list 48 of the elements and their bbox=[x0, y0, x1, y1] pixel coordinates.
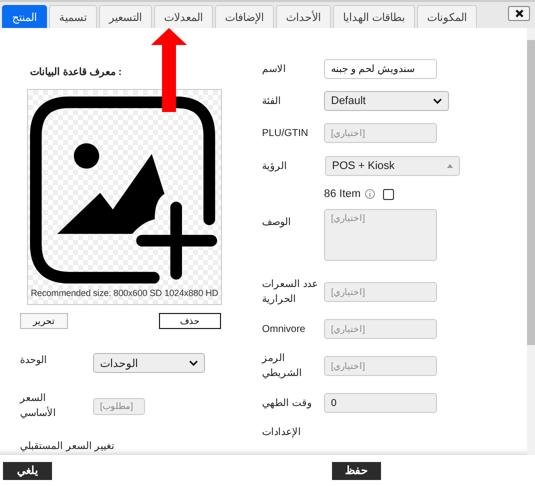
text-area[interactable]: [اختياري] bbox=[324, 209, 437, 261]
input-field[interactable]: [اختياري] bbox=[324, 319, 437, 339]
save-button[interactable]: حفظ bbox=[332, 462, 381, 480]
close-icon bbox=[514, 9, 524, 18]
field-label: عدد السعرات الحرارية bbox=[262, 278, 319, 307]
section-heading: الإعدادات bbox=[262, 426, 301, 440]
input-field[interactable]: [اختياري] bbox=[324, 123, 437, 143]
chevron-down-icon bbox=[189, 360, 198, 366]
info-icon[interactable] bbox=[364, 189, 375, 199]
scrollbar[interactable] bbox=[527, 28, 535, 455]
field-label: السعر الأساسي bbox=[20, 392, 57, 421]
tab[interactable]: الإضافات bbox=[215, 5, 274, 28]
field-label: الرمز الشريطي bbox=[262, 352, 303, 381]
tab[interactable]: التسعير bbox=[99, 5, 152, 28]
tab[interactable]: بطاقات الهدايا bbox=[333, 5, 416, 28]
tab[interactable]: المعدلات bbox=[154, 5, 213, 28]
dropdown[interactable]: Default bbox=[324, 91, 449, 111]
checkbox[interactable] bbox=[382, 188, 394, 200]
input-field[interactable]: 0 bbox=[324, 393, 437, 413]
image-size-caption: Recommended size: 800x600 SD 1024x880 HD bbox=[30, 288, 218, 298]
dropdown[interactable]: الوحدات bbox=[93, 353, 205, 373]
delete-button[interactable]: حذف bbox=[159, 313, 221, 329]
dropdown[interactable]: POS + Kiosk bbox=[325, 156, 460, 176]
tab[interactable]: الأحداث bbox=[276, 5, 331, 28]
tab[interactable]: المنتج bbox=[2, 5, 47, 28]
input-field[interactable]: سندويش لحم و جبنه bbox=[324, 59, 437, 79]
database-id-label: معرف قاعدة البيانات : bbox=[30, 66, 122, 80]
tab[interactable]: تسمية bbox=[49, 5, 97, 28]
cancel-button[interactable]: يلغي bbox=[3, 462, 52, 480]
close-button[interactable] bbox=[508, 6, 530, 21]
field-label: الفئة bbox=[262, 94, 282, 108]
field-label: الرؤية bbox=[262, 160, 287, 174]
caret-up-icon bbox=[447, 164, 453, 168]
field-label: PLU/GTIN bbox=[262, 126, 310, 140]
edit-button[interactable]: تحرير bbox=[20, 313, 68, 329]
checkbox-label: 86 Item bbox=[324, 188, 361, 200]
input-field[interactable]: [اختياري] bbox=[324, 282, 437, 302]
field-label: الوصف bbox=[262, 216, 292, 230]
section-heading: تغيير السعر المستقبلي bbox=[20, 440, 115, 454]
field-label: الوحدة bbox=[20, 354, 48, 368]
field-label: Omnivore bbox=[262, 322, 306, 336]
field-label: الاسم bbox=[262, 62, 287, 76]
field-label: وقت الطهي bbox=[262, 396, 313, 410]
chevron-down-icon bbox=[433, 98, 442, 104]
input-field[interactable]: [اختياري] bbox=[324, 356, 437, 376]
tab[interactable]: المكونات bbox=[417, 5, 478, 28]
input-field[interactable]: [مطلوب] bbox=[93, 398, 145, 414]
image-upload-area[interactable]: Recommended size: 800x600 SD 1024x880 HD bbox=[27, 88, 222, 305]
